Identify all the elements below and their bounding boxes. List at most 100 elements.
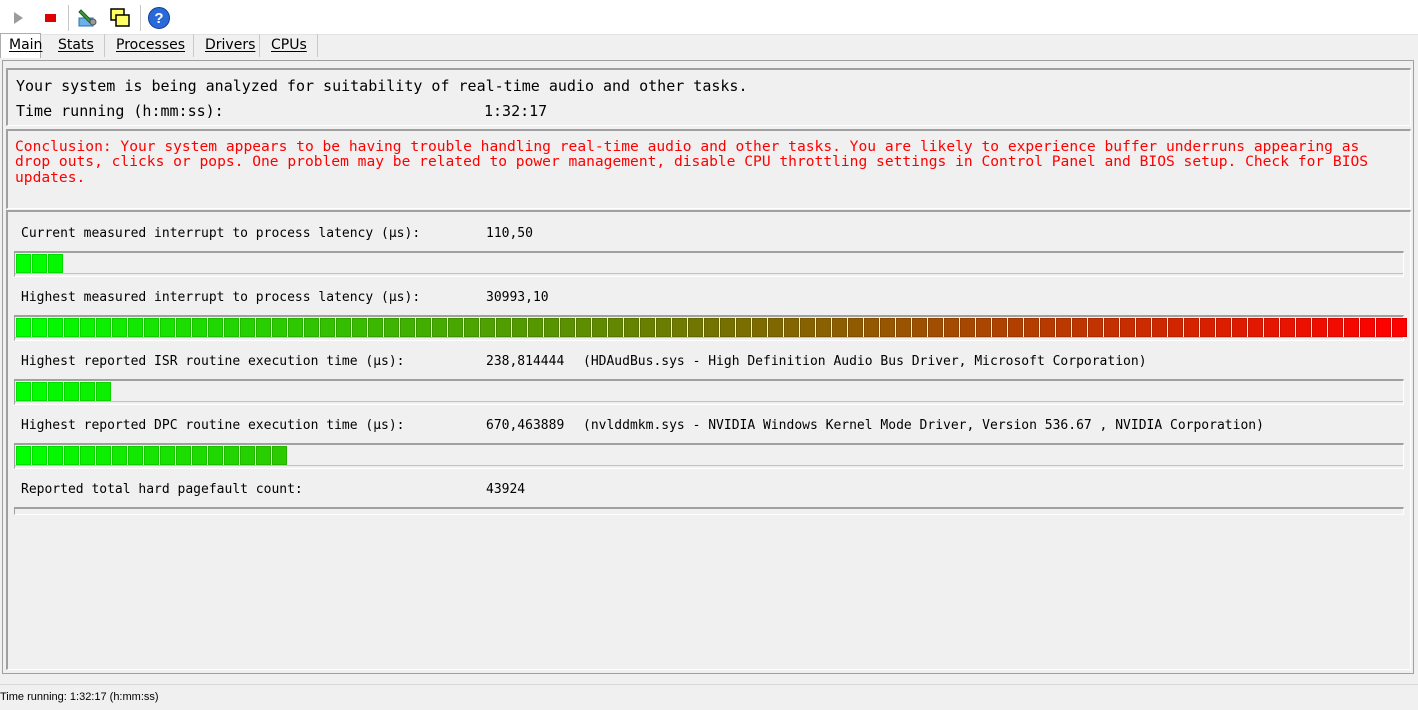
level-bar-segment bbox=[960, 318, 975, 337]
highest-latency-value: 30993,10 bbox=[486, 290, 549, 305]
level-bar-segment bbox=[32, 254, 47, 273]
level-bar-segment bbox=[48, 382, 63, 401]
level-bar-segment bbox=[816, 318, 831, 337]
level-bar-segment bbox=[1216, 318, 1231, 337]
current-latency-bar bbox=[14, 251, 1404, 277]
level-bar-segment bbox=[480, 318, 495, 337]
tab-stats[interactable]: Stats bbox=[50, 34, 105, 57]
current-latency-value: 110,50 bbox=[486, 226, 533, 241]
level-bar-segment bbox=[112, 318, 127, 337]
level-bar-segment bbox=[416, 318, 431, 337]
level-bar-segment bbox=[1232, 318, 1247, 337]
conclusion-panel: Conclusion: Your system appears to be ha… bbox=[6, 129, 1411, 209]
tab-drivers[interactable]: Drivers bbox=[197, 34, 260, 57]
level-bar-segment bbox=[224, 446, 239, 465]
level-bar-segment bbox=[992, 318, 1007, 337]
level-bar-segment bbox=[496, 318, 511, 337]
level-bar-segment bbox=[80, 446, 95, 465]
level-bar-segment bbox=[48, 318, 63, 337]
tab-main[interactable]: Main bbox=[0, 33, 42, 58]
pagefault-value: 43924 bbox=[486, 482, 526, 497]
level-bar-segment bbox=[16, 318, 31, 337]
play-icon[interactable] bbox=[6, 6, 30, 30]
help-icon[interactable]: ? bbox=[147, 6, 171, 30]
level-bar-segment bbox=[32, 382, 47, 401]
level-bar-segment bbox=[1200, 318, 1215, 337]
level-bar-segment bbox=[192, 318, 207, 337]
level-bar-segment bbox=[928, 318, 943, 337]
level-bar-segment bbox=[224, 318, 239, 337]
level-bar-segment bbox=[576, 318, 591, 337]
level-bar-segment bbox=[448, 318, 463, 337]
level-bar-segment bbox=[704, 318, 719, 337]
toolbar: ? bbox=[0, 0, 1418, 35]
metrics-panel: Current measured interrupt to process la… bbox=[6, 210, 1411, 670]
current-latency-label: Current measured interrupt to process la… bbox=[21, 226, 421, 241]
dpc-time-label: Highest reported DPC routine execution t… bbox=[21, 418, 405, 433]
level-bar-segment bbox=[352, 318, 367, 337]
level-bar-segment bbox=[320, 318, 335, 337]
level-bar-segment bbox=[1152, 318, 1167, 337]
level-bar-segment bbox=[240, 318, 255, 337]
stop-icon[interactable] bbox=[38, 6, 62, 30]
level-bar-segment bbox=[1280, 318, 1295, 337]
level-bar-segment bbox=[272, 318, 287, 337]
level-bar-segment bbox=[48, 254, 63, 273]
level-bar-segment bbox=[672, 318, 687, 337]
level-bar-segment bbox=[64, 318, 79, 337]
level-bar-segment bbox=[640, 318, 655, 337]
level-bar-segment bbox=[528, 318, 543, 337]
level-bar-segment bbox=[608, 318, 623, 337]
level-bar-segment bbox=[1360, 318, 1375, 337]
tab-bar: Main Stats Processes Drivers CPUs bbox=[0, 33, 1418, 58]
level-bar-segment bbox=[48, 446, 63, 465]
level-bar-segment bbox=[464, 318, 479, 337]
level-bar-segment bbox=[80, 318, 95, 337]
level-bar-segment bbox=[144, 318, 159, 337]
level-bar-segment bbox=[1008, 318, 1023, 337]
level-bar-segment bbox=[1104, 318, 1119, 337]
level-bar-segment bbox=[1136, 318, 1151, 337]
isr-time-label: Highest reported ISR routine execution t… bbox=[21, 354, 405, 369]
level-bar-segment bbox=[1056, 318, 1071, 337]
level-bar-segment bbox=[400, 318, 415, 337]
tab-cpus[interactable]: CPUs bbox=[263, 34, 318, 57]
level-bar-segment bbox=[32, 446, 47, 465]
level-bar-segment bbox=[1328, 318, 1343, 337]
tab-processes[interactable]: Processes bbox=[108, 34, 194, 57]
level-bar-segment bbox=[128, 318, 143, 337]
level-bar-segment bbox=[1072, 318, 1087, 337]
level-bar-segment bbox=[1344, 318, 1359, 337]
level-bar-segment bbox=[64, 382, 79, 401]
level-bar-segment bbox=[512, 318, 527, 337]
isr-driver-detail: (HDAudBus.sys - High Definition Audio Bu… bbox=[583, 354, 1147, 369]
level-bar-segment bbox=[1024, 318, 1039, 337]
highest-latency-label: Highest measured interrupt to process la… bbox=[21, 290, 421, 305]
analyzing-text: Your system is being analyzed for suitab… bbox=[16, 77, 748, 95]
level-bar-segment bbox=[208, 318, 223, 337]
windows-icon[interactable] bbox=[108, 6, 132, 30]
conclusion-text: Conclusion: Your system appears to be ha… bbox=[15, 138, 1369, 186]
isr-time-bar bbox=[14, 379, 1404, 405]
svg-text:?: ? bbox=[154, 10, 163, 27]
level-bar-segment bbox=[864, 318, 879, 337]
level-bar-segment bbox=[880, 318, 895, 337]
wrench-icon[interactable] bbox=[76, 6, 100, 30]
dpc-time-value: 670,463889 bbox=[486, 418, 565, 433]
level-bar-segment bbox=[176, 446, 191, 465]
level-bar-segment bbox=[784, 318, 799, 337]
level-bar-segment bbox=[32, 318, 47, 337]
level-bar-segment bbox=[208, 446, 223, 465]
level-bar-segment bbox=[96, 382, 111, 401]
level-bar-segment bbox=[720, 318, 735, 337]
level-bar-segment bbox=[848, 318, 863, 337]
level-bar-segment bbox=[16, 382, 31, 401]
level-bar-segment bbox=[160, 446, 175, 465]
level-bar-segment bbox=[656, 318, 671, 337]
level-bar-segment bbox=[80, 382, 95, 401]
level-bar-segment bbox=[64, 446, 79, 465]
level-bar-segment bbox=[752, 318, 767, 337]
main-frame: Your system is being analyzed for suitab… bbox=[2, 60, 1414, 674]
level-bar-segment bbox=[1120, 318, 1135, 337]
level-bar-segment bbox=[304, 318, 319, 337]
